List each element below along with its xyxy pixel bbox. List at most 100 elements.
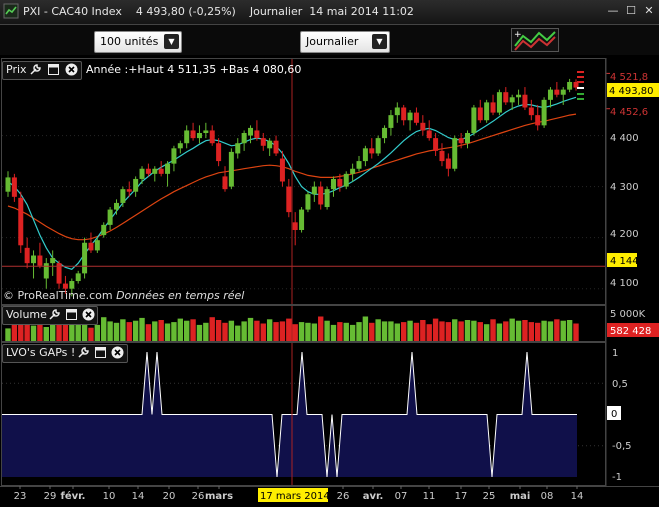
candle-body	[139, 168, 145, 179]
candle-body	[541, 99, 547, 126]
candle-body	[50, 258, 56, 264]
volume-bar	[522, 320, 528, 341]
candle-body	[439, 150, 445, 162]
candle-body	[413, 112, 419, 123]
x-tick-label: févr.	[61, 490, 86, 502]
volume-bar	[120, 319, 126, 341]
volume-bar	[330, 324, 337, 341]
candle-body	[420, 122, 426, 131]
candle-body	[267, 140, 273, 149]
wrench-icon[interactable]	[48, 308, 61, 321]
candle-body	[190, 130, 196, 139]
volume-bar	[439, 321, 445, 341]
chart-svg: 4 400 4 300 4 200 4 100 4 521,8 4 452,6 …	[0, 58, 659, 502]
candle-body	[31, 255, 37, 264]
candle-body	[458, 138, 464, 144]
candle-body	[196, 133, 202, 139]
price-panel-tag[interactable]: Prix	[2, 61, 82, 80]
volume-bar	[177, 318, 184, 341]
close-icon[interactable]	[65, 63, 78, 76]
candle-body	[401, 107, 407, 121]
candle-body	[426, 130, 432, 139]
volume-bar	[496, 323, 503, 341]
candle-body	[273, 140, 279, 154]
volume-bar	[369, 322, 375, 341]
candle-body	[120, 189, 126, 203]
lvo-panel-tag[interactable]: LVO's GAPs !	[2, 344, 128, 363]
candle-body	[356, 161, 362, 169]
volume-bar	[458, 321, 464, 341]
lvo-y-tick: -1	[612, 472, 622, 483]
close-icon[interactable]	[82, 308, 95, 321]
volume-bar	[535, 322, 541, 341]
lvo-y-tick: 1	[612, 348, 618, 359]
candle-body	[496, 92, 502, 113]
candle-body	[292, 222, 298, 230]
candle-body	[547, 89, 553, 100]
candle-body	[203, 130, 209, 134]
y-tick-label: 4 300	[610, 182, 639, 193]
volume-bar	[566, 320, 573, 341]
volume-bar	[132, 320, 139, 341]
volume-bar	[413, 322, 420, 341]
volume-bar	[94, 324, 101, 341]
candle-body	[522, 94, 528, 108]
volume-bar	[241, 321, 247, 341]
y-lo-label: 4 452,6	[610, 107, 648, 118]
volume-bar	[222, 322, 228, 341]
wrench-icon[interactable]	[29, 63, 42, 76]
candle-body	[465, 133, 471, 144]
volume-bar	[113, 322, 120, 341]
candle-body	[471, 107, 477, 134]
volume-bar	[107, 321, 113, 341]
window-icon[interactable]	[65, 308, 78, 321]
volume-bar	[541, 320, 547, 341]
volume-bar	[183, 320, 190, 341]
candle-body	[101, 224, 107, 236]
volume-bar	[407, 320, 413, 341]
volume-bar	[260, 323, 266, 341]
candle-body	[177, 143, 183, 149]
candle-body	[516, 94, 522, 98]
volume-bar	[464, 320, 471, 341]
volume-bar	[171, 322, 177, 341]
candle-body	[560, 89, 566, 95]
volume-last-label: 582 428	[610, 326, 651, 337]
candle-body	[388, 115, 394, 128]
volume-bar	[509, 318, 515, 341]
volume-bar	[215, 320, 222, 341]
volume-bar	[305, 322, 311, 341]
close-icon[interactable]	[111, 346, 124, 359]
volume-bar	[286, 318, 292, 341]
candle-body	[254, 130, 260, 139]
x-tick-label: 14	[132, 491, 145, 502]
gridlines	[2, 72, 610, 447]
candle-body	[528, 107, 534, 116]
volume-bar	[324, 320, 330, 341]
volume-bar	[196, 324, 203, 341]
window-icon[interactable]	[94, 346, 107, 359]
candle-body	[299, 209, 305, 230]
volume-panel-tag[interactable]: Volume	[2, 306, 98, 325]
volume-bar	[254, 320, 260, 341]
x-tick-label: 20	[163, 491, 176, 502]
volume-bar	[554, 319, 560, 341]
candle-body	[509, 97, 515, 103]
candle-body	[18, 197, 24, 246]
volume-bar	[337, 322, 343, 341]
candle-body	[126, 189, 132, 192]
candle-body	[452, 138, 458, 169]
x-tick-label: 26	[192, 491, 205, 502]
volume-bar	[490, 319, 496, 341]
volume-bar	[477, 322, 483, 341]
window-icon[interactable]	[47, 63, 60, 76]
candle-body	[260, 138, 266, 146]
volume-bar	[228, 320, 235, 341]
candle-body	[484, 102, 490, 121]
wrench-icon[interactable]	[77, 346, 90, 359]
candle-body	[133, 178, 139, 192]
volume-bar	[311, 323, 318, 341]
candle-body	[184, 130, 190, 144]
y-hi-label: 4 521,8	[610, 72, 648, 83]
candle-body	[394, 107, 400, 116]
